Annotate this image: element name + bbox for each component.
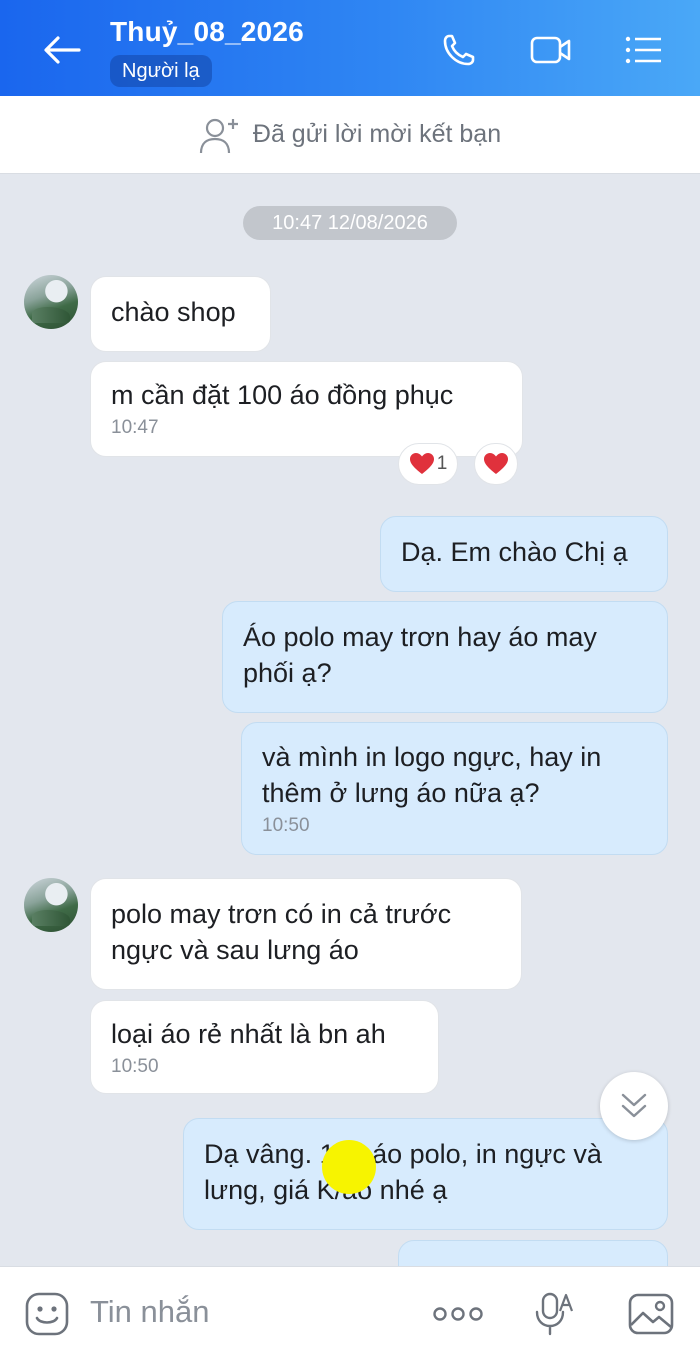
chat-header: Thuỷ_08_2026 Người lạ	[0, 0, 700, 96]
call-button[interactable]	[437, 28, 481, 72]
phone-icon	[443, 34, 475, 66]
date-divider: 10:47 12/08/2026	[243, 206, 457, 240]
gallery-icon	[628, 1293, 674, 1335]
reaction-summary[interactable]: 1	[398, 443, 458, 485]
message-bubble-incoming[interactable]: m cần đặt 100 áo đồng phục 10:47	[90, 361, 523, 457]
chat-area[interactable]: 10:47 12/08/2026 chào shop m cần đặt 100…	[0, 174, 700, 1266]
back-button[interactable]	[38, 28, 86, 72]
heart-icon	[484, 453, 508, 474]
menu-icon	[625, 36, 661, 64]
message-text: loại áo rẻ nhất là bn ah	[111, 1019, 386, 1049]
chevron-double-down-icon	[621, 1093, 647, 1118]
message-text: Dạ. Em chào Chị ạ	[401, 537, 628, 567]
message-bubble-outgoing[interactable]: và mình in logo ngực, hay in thêm ở lưng…	[241, 722, 668, 855]
message-text: Áo polo may trơn hay áo may phối ạ?	[243, 622, 597, 688]
message-bubble-incoming[interactable]: loại áo rẻ nhất là bn ah 10:50	[90, 1000, 439, 1094]
message-bubble-outgoing[interactable]: Dạ vâng. 100 áo polo, in ngực và lưng, g…	[183, 1118, 668, 1230]
more-options-icon	[433, 1307, 483, 1321]
friend-request-text: Đã gửi lời mời kết bạn	[252, 120, 502, 148]
video-call-button[interactable]	[529, 28, 573, 72]
friend-request-bar: Đã gửi lời mời kết bạn	[0, 96, 700, 174]
message-text: m cần đặt 100 áo đồng phục	[111, 380, 454, 410]
gallery-button[interactable]	[626, 1289, 676, 1339]
highlight-marker	[322, 1140, 376, 1194]
message-text: và mình in logo ngực, hay in thêm ở lưng…	[262, 742, 602, 808]
voice-text-icon	[535, 1292, 574, 1336]
message-time: 10:47	[111, 417, 159, 438]
scroll-to-bottom-button[interactable]	[600, 1072, 668, 1140]
stranger-badge: Người lạ	[110, 55, 212, 87]
message-input-bar: Tin nhắn	[0, 1266, 700, 1358]
message-text: Dạ vâng. 100 áo polo, in ngực và lưng, g…	[204, 1139, 602, 1205]
more-options-button[interactable]	[430, 1289, 486, 1339]
message-bubble-incoming[interactable]: chào shop	[90, 276, 271, 352]
contact-name[interactable]: Thuỷ_08_2026	[110, 16, 304, 48]
heart-icon	[409, 453, 434, 474]
message-text: polo may trơn có in cả trước ngực và sau…	[111, 899, 452, 965]
message-text: chào shop	[111, 297, 236, 327]
video-call-icon	[530, 36, 571, 64]
add-friend-icon	[199, 118, 238, 153]
message-bubble-outgoing[interactable]	[398, 1240, 668, 1266]
back-arrow-icon	[44, 36, 81, 64]
voice-to-text-button[interactable]	[530, 1289, 580, 1339]
emoji-icon	[25, 1292, 69, 1336]
avatar[interactable]	[24, 878, 78, 932]
reaction-count: 1	[436, 453, 448, 474]
avatar[interactable]	[24, 275, 78, 329]
message-time: 10:50	[111, 1056, 159, 1077]
message-input[interactable]: Tin nhắn	[90, 1294, 210, 1330]
message-bubble-outgoing[interactable]: Áo polo may trơn hay áo may phối ạ?	[222, 601, 668, 713]
menu-button[interactable]	[622, 28, 666, 72]
message-bubble-incoming[interactable]: polo may trơn có in cả trước ngực và sau…	[90, 878, 522, 990]
emoji-button[interactable]	[22, 1289, 72, 1339]
react-button[interactable]	[474, 443, 518, 485]
message-time: 10:50	[262, 815, 310, 836]
message-bubble-outgoing[interactable]: Dạ. Em chào Chị ạ	[380, 516, 668, 592]
